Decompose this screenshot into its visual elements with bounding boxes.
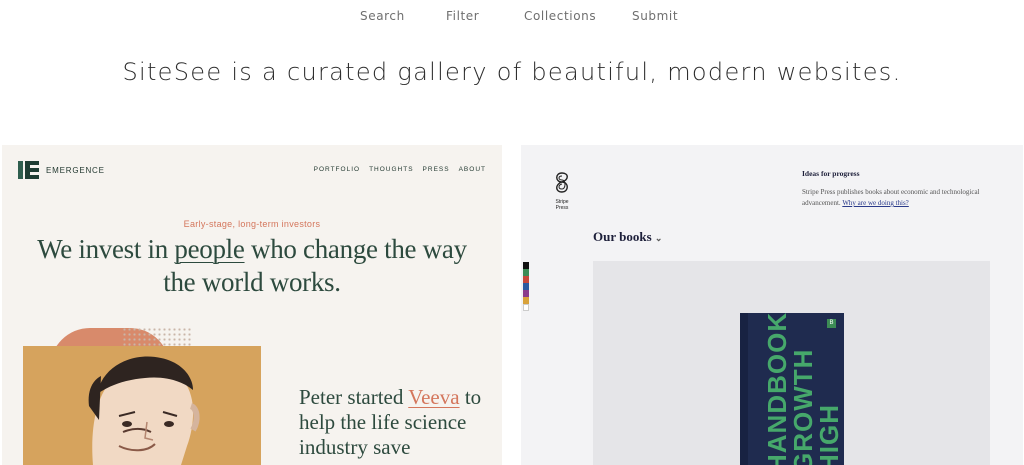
nav-collections[interactable]: Collections <box>524 9 596 23</box>
emergence-logo: EMERGENCE <box>18 161 105 179</box>
emergence-nav-thoughts: THOUGHTS <box>369 166 414 173</box>
chevron-down-icon: ⌄ <box>654 233 663 243</box>
nav-search[interactable]: Search <box>360 9 405 23</box>
book-title-line-3: HANDBOOK <box>762 313 792 465</box>
site-card-stripe-press[interactable]: Stripe Press Ideas for progress Stripe P… <box>521 145 1023 465</box>
stripe-press-logo-text: Stripe Press <box>555 199 569 211</box>
stripe-press-title: Ideas for progress <box>802 169 860 178</box>
site-tagline: SiteSee is a curated gallery of beautifu… <box>122 58 902 86</box>
emergence-nav-press: PRESS <box>422 166 450 173</box>
swatch-red[interactable] <box>523 276 529 283</box>
book-spine <box>740 313 748 465</box>
why-link[interactable]: Why are we doing this? <box>842 199 908 207</box>
our-books-heading[interactable]: Our books ⌄ <box>593 229 662 245</box>
headline-link: people <box>174 234 245 264</box>
emergence-nav-portfolio: PORTFOLIO <box>313 166 361 173</box>
top-nav: Search Filter Collections Submit <box>0 0 1024 32</box>
swatch-blue[interactable] <box>523 283 529 290</box>
headline-part-1: We invest in <box>37 234 175 264</box>
emergence-nav-about: ABOUT <box>458 166 486 173</box>
color-swatches <box>523 262 529 311</box>
story-part-1: Peter started <box>299 385 409 409</box>
swatch-white[interactable] <box>523 304 529 311</box>
site-card-emergence[interactable]: EMERGENCE PORTFOLIO THOUGHTS PRESS ABOUT… <box>2 145 502 465</box>
stripe-press-logo: Stripe Press <box>551 171 573 211</box>
book-title-line-1: HIGH <box>814 404 844 465</box>
swatch-green[interactable] <box>523 269 529 276</box>
emergence-story: Peter started Veeva to help the life sci… <box>299 385 499 460</box>
our-books-label: Our books <box>593 229 652 244</box>
stripe-press-desc: Stripe Press publishes books about econo… <box>802 187 992 209</box>
swatch-black[interactable] <box>523 262 529 269</box>
swatch-purple[interactable] <box>523 290 529 297</box>
portrait-illustration <box>23 346 261 465</box>
emergence-headline: We invest in people who change the way t… <box>32 233 472 299</box>
book-title: HANDBOOK GROWTH HIGH <box>762 313 844 465</box>
veeva-link[interactable]: Veeva <box>408 385 459 409</box>
emergence-logo-text: EMERGENCE <box>46 165 105 175</box>
book-title-line-2: GROWTH <box>788 348 818 465</box>
book-showcase[interactable]: B HANDBOOK GROWTH HIGH <box>593 261 990 465</box>
emergence-nav: PORTFOLIO THOUGHTS PRESS ABOUT <box>314 166 486 173</box>
swatch-yellow[interactable] <box>523 297 529 304</box>
nav-submit[interactable]: Submit <box>632 9 678 23</box>
emergence-eyebrow: Early-stage, long-term investors <box>183 219 321 229</box>
nav-filter[interactable]: Filter <box>446 9 479 23</box>
stripe-press-logo-icon <box>556 172 568 193</box>
book-cover[interactable]: B HANDBOOK GROWTH HIGH <box>740 313 844 465</box>
emergence-logo-icon <box>18 161 40 179</box>
